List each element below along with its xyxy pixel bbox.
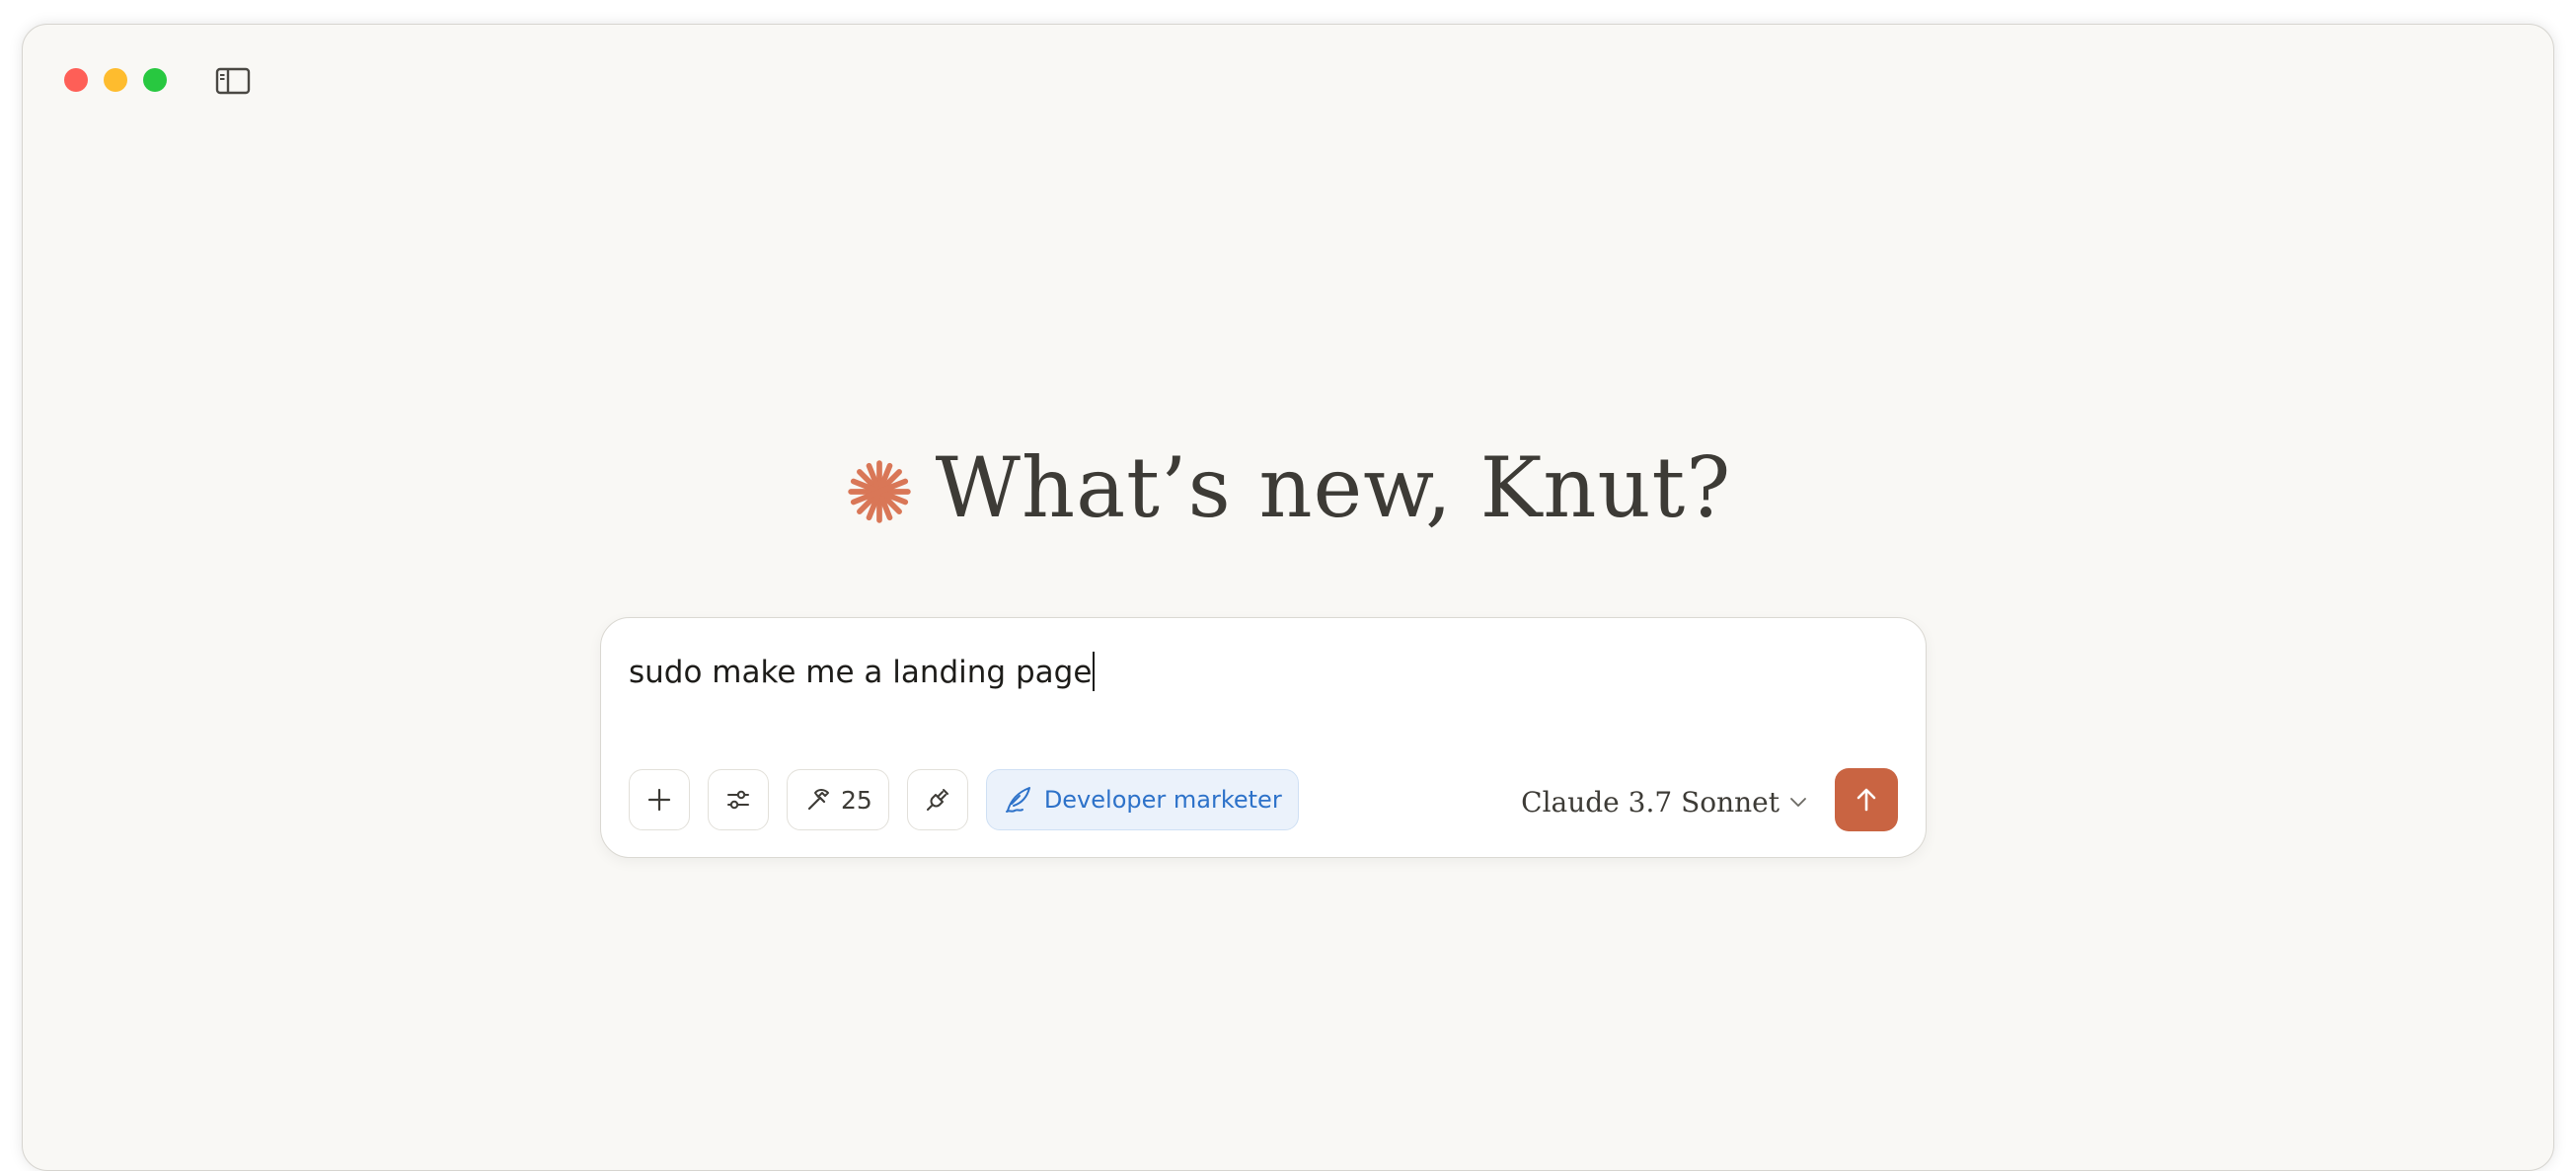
model-label: Claude 3.7 Sonnet — [1521, 785, 1780, 819]
app-window: What’s new, Knut? sudo make me a landing… — [22, 24, 2554, 1171]
close-window-button[interactable] — [64, 68, 88, 92]
sliders-icon — [727, 790, 749, 810]
add-attachment-button[interactable] — [629, 769, 690, 830]
message-composer: sudo make me a landing page 25 Developer… — [600, 617, 1927, 858]
plug-icon — [926, 789, 948, 811]
send-button[interactable] — [1835, 768, 1898, 831]
claude-star-icon — [847, 460, 911, 523]
model-selector[interactable]: Claude 3.7 Sonnet — [1521, 784, 1807, 820]
sidebar-icon — [215, 67, 251, 95]
minimize-window-button[interactable] — [104, 68, 127, 92]
message-input-value: sudo make me a landing page — [629, 655, 1093, 690]
arrow-up-icon — [1856, 788, 1876, 812]
settings-button[interactable] — [708, 769, 769, 830]
style-label: Developer marketer — [1043, 786, 1282, 814]
message-input[interactable]: sudo make me a landing page — [629, 652, 1096, 691]
composer-toolbar: 25 Developer marketer — [629, 768, 1299, 831]
greeting-title: What’s new, Knut? — [935, 439, 1732, 536]
tools-count: 25 — [841, 785, 872, 815]
text-caret — [1093, 652, 1096, 691]
zoom-window-button[interactable] — [143, 68, 167, 92]
quill-icon — [1005, 787, 1030, 813]
chevron-down-icon — [1790, 798, 1806, 807]
integrations-button[interactable] — [906, 769, 968, 830]
greeting: What’s new, Knut? — [23, 439, 2553, 536]
style-selector-chip[interactable]: Developer marketer — [985, 769, 1299, 830]
hammer-icon — [807, 789, 829, 811]
plus-icon — [647, 788, 671, 812]
sidebar-toggle-button[interactable] — [214, 66, 252, 96]
tools-button[interactable]: 25 — [787, 769, 889, 830]
